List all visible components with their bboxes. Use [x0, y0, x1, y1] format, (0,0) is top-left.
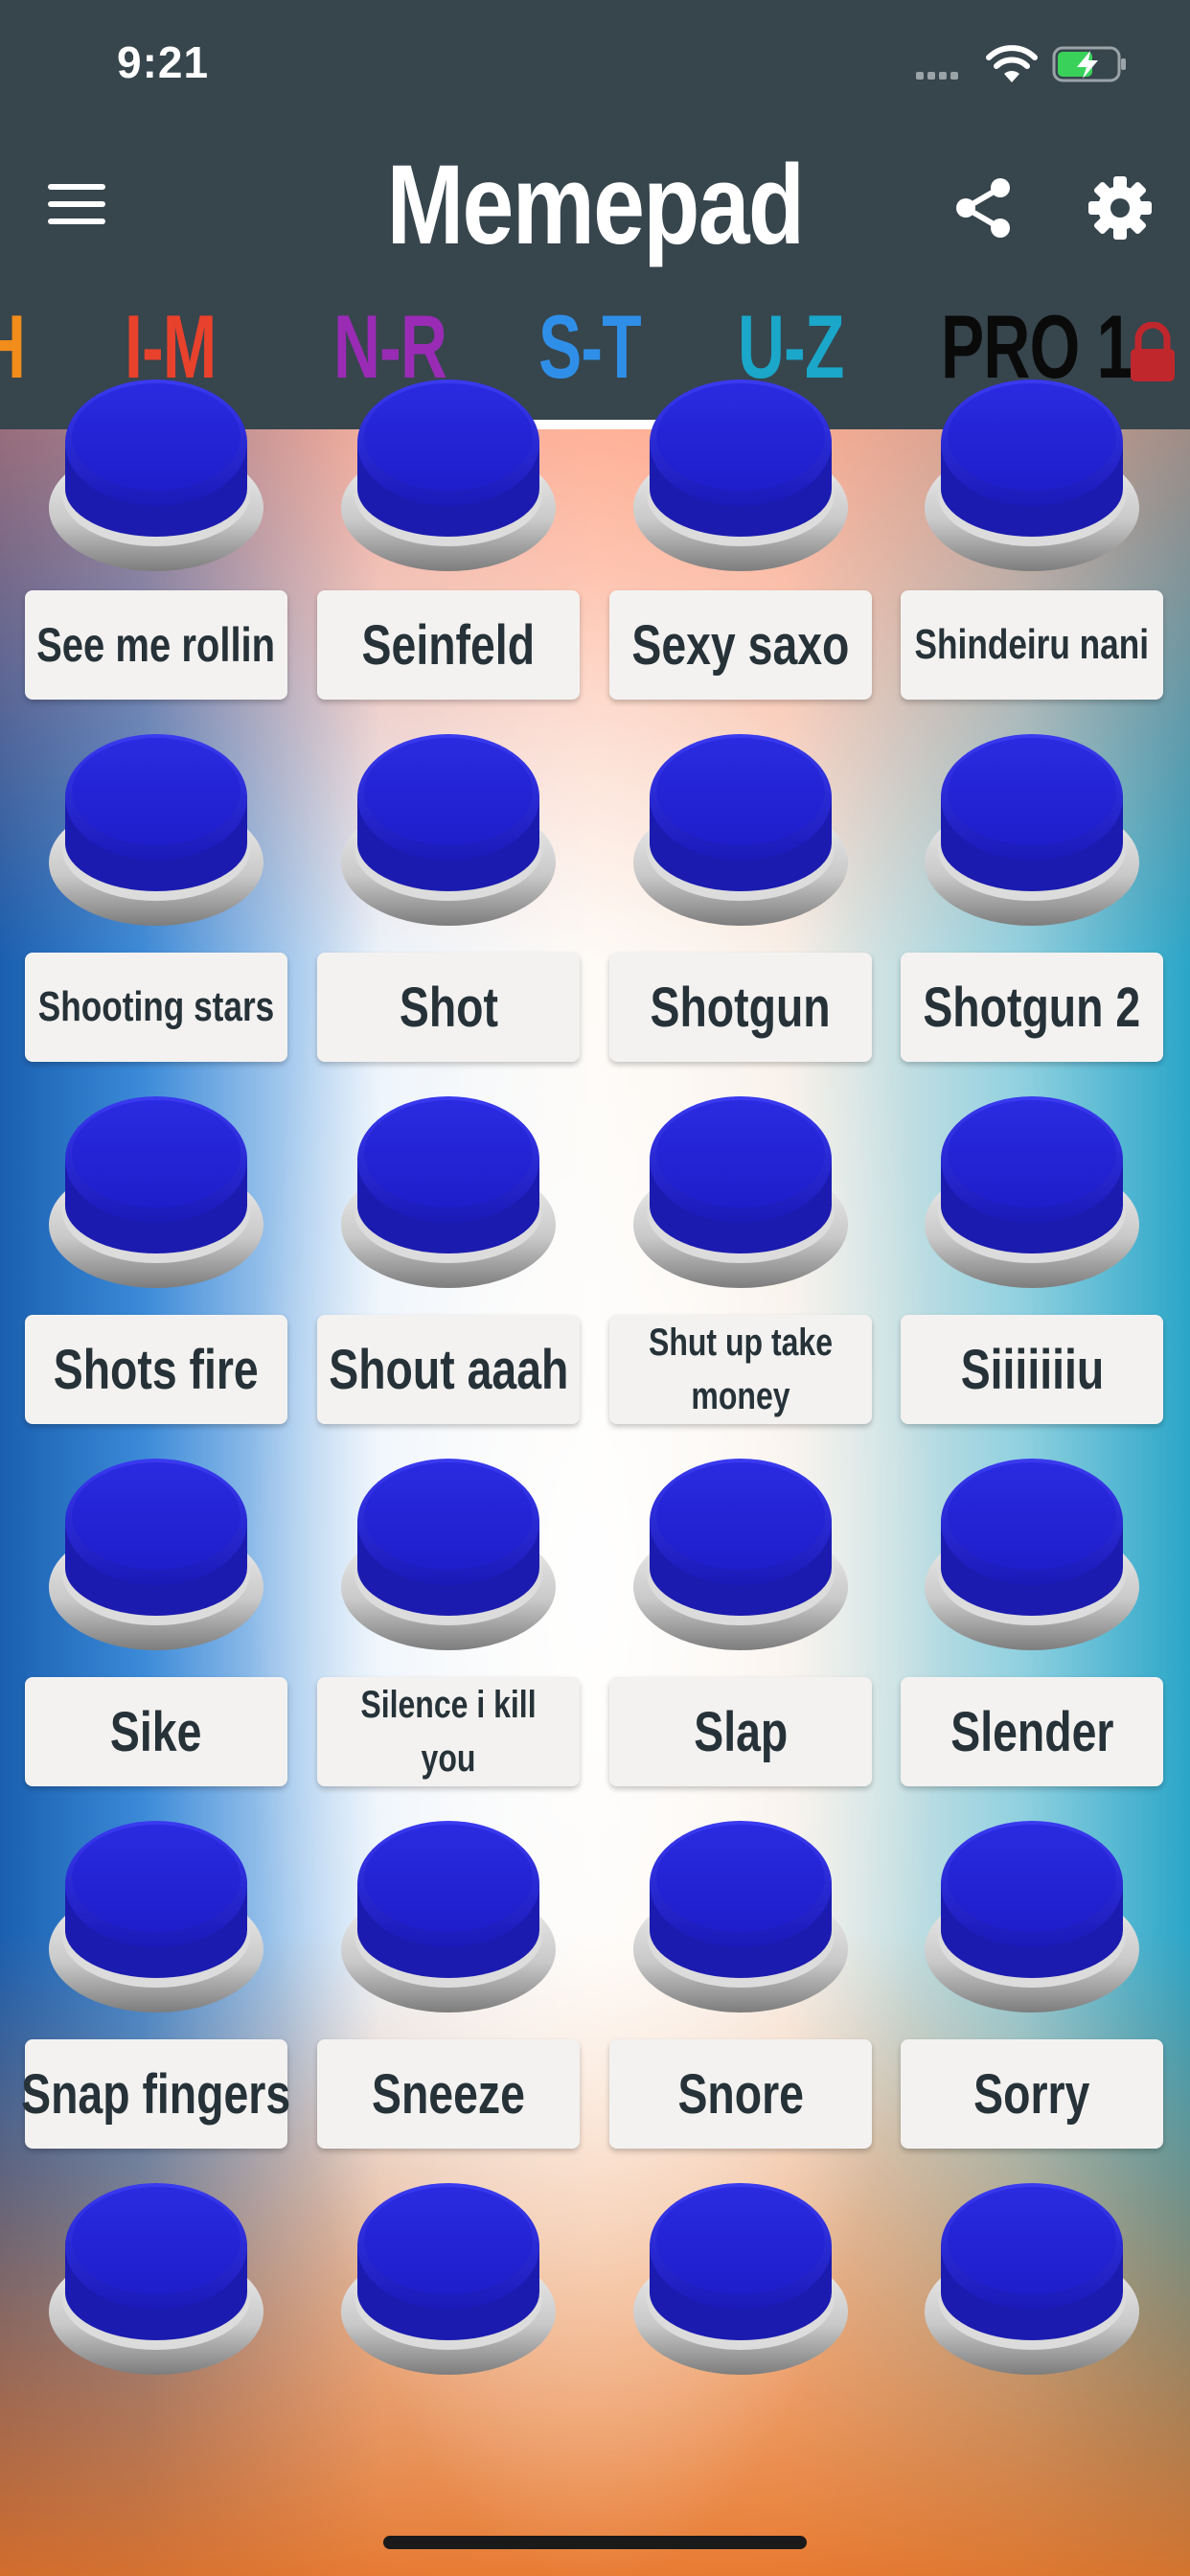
sound-button[interactable] [922, 1092, 1142, 1294]
sound-button[interactable] [922, 1817, 1142, 2018]
sound-label-text: Shindeiru nani [914, 621, 1150, 668]
sound-label-text: Snap fingers [21, 2062, 291, 2126]
sound-label[interactable]: Sexy saxo [609, 590, 872, 700]
sound-button[interactable] [46, 730, 266, 932]
sound-label[interactable]: Sike [25, 1677, 287, 1786]
sound-label-text: Shotgun [650, 976, 832, 1039]
sound-button[interactable] [46, 1817, 266, 2018]
sound-button[interactable] [46, 1092, 266, 1294]
status-bar: 9:21 [0, 0, 1190, 134]
status-time: 9:21 [117, 37, 210, 87]
sound-label-text: Sike [110, 1700, 202, 1763]
sound-label[interactable]: Siiiiiiiu [901, 1315, 1163, 1424]
battery-charging-icon [1052, 46, 1126, 82]
sound-label-text: Shotgun 2 [923, 976, 1141, 1039]
sound-button[interactable] [338, 1817, 559, 2018]
gear-icon[interactable] [1087, 174, 1154, 242]
share-icon[interactable] [952, 176, 1016, 240]
sound-label-text: Shout aaah [328, 1338, 569, 1401]
sound-label-text: Silence i kill you [360, 1684, 537, 1780]
sound-button[interactable] [46, 376, 266, 577]
sound-label-text: See me rollin [36, 618, 276, 672]
sound-label[interactable]: Snap fingers [21, 2039, 291, 2149]
sound-label-text: Sexy saxo [631, 613, 850, 677]
sound-label[interactable]: See me rollin [25, 590, 287, 700]
sound-label[interactable]: Slender [901, 1677, 1163, 1786]
sound-label[interactable]: Slap [609, 1677, 872, 1786]
sound-label[interactable]: Shut up take money [609, 1315, 872, 1424]
sound-label[interactable]: Snore [609, 2039, 872, 2149]
sound-label-text: Shots fire [54, 1338, 259, 1401]
sound-label-text: Slap [694, 1700, 788, 1763]
sound-label[interactable]: Shindeiru nani [901, 590, 1163, 700]
sound-label-text: Shooting stars [37, 983, 275, 1030]
sound-label[interactable]: Sorry [901, 2039, 1163, 2149]
sound-button[interactable] [630, 730, 851, 932]
sound-button[interactable] [630, 1092, 851, 1294]
sound-button[interactable] [46, 2179, 266, 2380]
sound-button[interactable] [46, 1455, 266, 1656]
sound-button[interactable] [338, 730, 559, 932]
app-header: 9:21 Memepad I-M N-R S-T U-Z PRO 1 [0, 0, 1190, 429]
sound-button[interactable] [338, 376, 559, 577]
app-title: Memepad [386, 142, 805, 268]
sound-label-text: Shot [399, 976, 498, 1039]
sound-button[interactable] [338, 1092, 559, 1294]
sound-label[interactable]: Shooting stars [25, 953, 287, 1062]
sound-label[interactable]: Seinfeld [317, 590, 580, 700]
sound-label[interactable]: Silence i kill you [317, 1677, 580, 1786]
sound-label-text: Slender [950, 1700, 1114, 1763]
wifi-icon [986, 45, 1038, 82]
cellular-signal-icon [916, 67, 962, 84]
sound-label[interactable]: Shotgun [609, 953, 872, 1062]
sound-label-text: Shut up take money [648, 1322, 834, 1417]
sound-label-text: Sneeze [372, 2062, 525, 2126]
sound-label[interactable]: Shot [317, 953, 580, 1062]
sound-button[interactable] [922, 376, 1142, 577]
hamburger-menu-icon[interactable] [48, 184, 105, 230]
sound-label-text: Sorry [973, 2062, 1090, 2126]
sound-label-text: Seinfeld [361, 613, 536, 677]
sound-button[interactable] [630, 1455, 851, 1656]
sound-label-text: Siiiiiiiu [960, 1338, 1104, 1401]
sound-label[interactable]: Shout aaah [317, 1315, 580, 1424]
sound-button[interactable] [630, 376, 851, 577]
sound-label[interactable]: Sneeze [317, 2039, 580, 2149]
sound-button[interactable] [922, 2179, 1142, 2380]
sound-label-text: Snore [677, 2062, 804, 2126]
sound-label[interactable]: Shots fire [25, 1315, 287, 1424]
lock-icon [1131, 322, 1175, 381]
navigation-bar: Memepad [0, 134, 1190, 278]
sound-button[interactable] [922, 1455, 1142, 1656]
sound-button[interactable] [922, 730, 1142, 932]
sound-button[interactable] [338, 2179, 559, 2380]
sound-button[interactable] [338, 1455, 559, 1656]
sound-button[interactable] [630, 1817, 851, 2018]
tab-h[interactable]: H [0, 295, 26, 399]
sound-button[interactable] [630, 2179, 851, 2380]
home-indicator [383, 2536, 807, 2549]
sound-label[interactable]: Shotgun 2 [901, 953, 1163, 1062]
